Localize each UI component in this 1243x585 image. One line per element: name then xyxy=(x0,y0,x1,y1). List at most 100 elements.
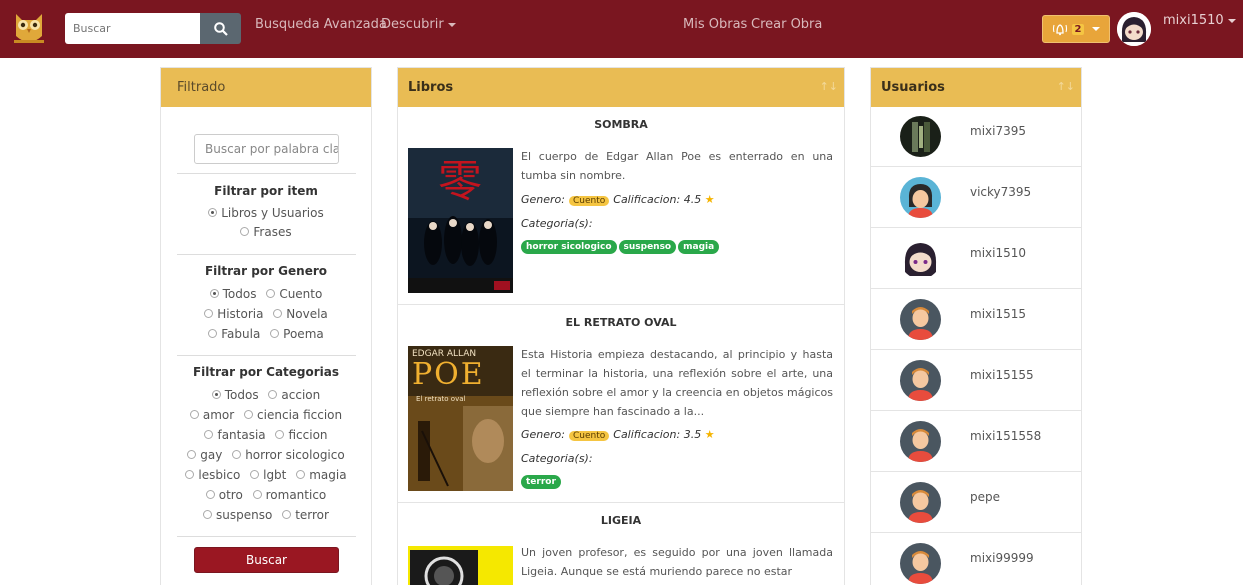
top-navbar: Busqueda Avanzada Descubrir Mis Obras Cr… xyxy=(0,0,1243,58)
genre-label: Genero: xyxy=(521,193,565,206)
radio-genre-poema[interactable]: Poema xyxy=(270,327,324,341)
search-input[interactable] xyxy=(65,13,200,44)
user-list-item[interactable]: mixi1515 xyxy=(871,289,1081,350)
radio-label: lgbt xyxy=(263,468,287,482)
radio-cat-suspenso[interactable]: suspenso xyxy=(203,508,272,522)
avatar xyxy=(900,543,941,584)
avatar xyxy=(900,116,941,157)
book-cover[interactable] xyxy=(408,546,513,585)
user-list-item[interactable]: mixi151558 xyxy=(871,411,1081,472)
book-tags: horror sicologico suspenso magia xyxy=(521,238,721,254)
chevron-down-icon xyxy=(447,22,456,27)
keyword-search-input[interactable]: Buscar por palabra clave xyxy=(194,134,339,164)
divider xyxy=(177,536,356,537)
book-meta: Genero: Cuento Calificacion: 3.5 ★ xyxy=(521,428,715,441)
radio-label: amor xyxy=(202,408,235,422)
radio-cat-magia[interactable]: magia xyxy=(296,468,347,482)
radio-cat-lesbico[interactable]: lesbico xyxy=(185,468,240,482)
radio-genre-cuento[interactable]: Cuento xyxy=(266,287,322,301)
user-list-item[interactable]: mixi1510 xyxy=(871,228,1081,289)
book-title[interactable]: EL RETRATO OVAL xyxy=(398,316,844,329)
users-panel-header: Usuarios xyxy=(871,68,1081,107)
user-name: mixi1515 xyxy=(970,307,1026,321)
genre-badge[interactable]: Cuento xyxy=(569,431,610,441)
radio-cat-accion[interactable]: accion xyxy=(268,388,320,402)
books-panel: Libros ↑↓ SOMBRA 零 El cuerpo de Edgar Al… xyxy=(397,67,845,585)
filter-by-category-title: Filtrar por Categorias xyxy=(192,365,340,379)
avatar xyxy=(900,299,941,340)
advanced-search-link[interactable]: Busqueda Avanzada xyxy=(255,17,387,32)
divider xyxy=(398,304,844,305)
avatar xyxy=(900,360,941,401)
book-cover[interactable]: 零 xyxy=(408,148,513,293)
avatar xyxy=(900,238,941,279)
divider xyxy=(177,355,356,356)
radio-label: Libros y Usuarios xyxy=(221,206,324,220)
radio-cat-ficcion[interactable]: ficcion xyxy=(275,428,328,442)
notifications-button[interactable]: 2 xyxy=(1042,15,1110,43)
user-list-item[interactable]: mixi99999 xyxy=(871,533,1081,585)
create-work-link[interactable]: Crear Obra xyxy=(751,17,822,32)
cover-title: POE xyxy=(412,357,485,392)
tag-badge[interactable]: suspenso xyxy=(618,240,677,254)
radio-label: suspenso xyxy=(216,508,273,522)
radio-cat-fantasia[interactable]: fantasia xyxy=(204,428,266,442)
owl-logo-icon[interactable] xyxy=(12,10,46,46)
rating-value: 4.5 xyxy=(683,193,702,206)
book-title[interactable]: LIGEIA xyxy=(398,514,844,527)
user-list-item[interactable]: pepe xyxy=(871,472,1081,533)
radio-genre-historia[interactable]: Historia xyxy=(204,307,263,321)
books-heading: Libros xyxy=(408,80,454,95)
radio-cat-lgbt[interactable]: lgbt xyxy=(250,468,286,482)
book-title[interactable]: SOMBRA xyxy=(398,118,844,131)
avatar[interactable] xyxy=(1117,12,1151,46)
radio-label: Frases xyxy=(253,225,292,239)
divider xyxy=(177,173,356,174)
cover-subtitle: El retrato oval xyxy=(416,395,466,403)
radio-cat-amor[interactable]: amor xyxy=(189,408,235,422)
chevron-down-icon xyxy=(1092,27,1101,31)
user-name: mixi151558 xyxy=(970,429,1042,443)
discover-dropdown[interactable]: Descubrir xyxy=(381,17,456,32)
radio-cat-ciencia-ficcion[interactable]: ciencia ficcion xyxy=(244,408,342,422)
radio-cat-romantico[interactable]: romantico xyxy=(252,488,326,502)
radio-genre-novela[interactable]: Novela xyxy=(273,307,328,321)
radio-cat-terror[interactable]: terror xyxy=(282,508,329,522)
user-name: vicky7395 xyxy=(970,185,1032,199)
user-name: mixi7395 xyxy=(970,124,1026,138)
user-list-item[interactable]: vicky7395 xyxy=(871,167,1081,228)
tag-badge[interactable]: horror sicologico xyxy=(521,240,617,254)
user-name: mixi99999 xyxy=(970,551,1034,565)
filter-search-button[interactable]: Buscar xyxy=(194,547,339,573)
radio-frases[interactable]: Frases xyxy=(240,225,292,239)
radio-cat-otro[interactable]: otro xyxy=(205,488,243,502)
radio-genre-todos[interactable]: Todos xyxy=(209,287,256,301)
radio-cat-gay[interactable]: gay xyxy=(187,448,222,462)
chevron-down-icon xyxy=(1227,18,1236,23)
book-meta: Genero: Cuento Calificacion: 4.5 ★ xyxy=(521,193,715,206)
radio-genre-fabula[interactable]: Fabula xyxy=(208,327,260,341)
radio-libros-y-usuarios[interactable]: Libros y Usuarios xyxy=(208,206,324,220)
user-menu[interactable]: mixi1510 xyxy=(1163,13,1236,28)
radio-label: horror sicologico xyxy=(245,448,345,462)
star-icon: ★ xyxy=(704,193,715,206)
genre-badge[interactable]: Cuento xyxy=(569,196,610,206)
tag-badge[interactable]: terror xyxy=(521,475,561,489)
user-list-item[interactable]: mixi7395 xyxy=(871,106,1081,167)
sort-icon[interactable]: ↑↓ xyxy=(1057,80,1075,93)
books-panel-header: Libros xyxy=(398,68,844,107)
radio-label: Cuento xyxy=(279,287,323,301)
my-works-link[interactable]: Mis Obras xyxy=(683,17,747,32)
radio-label: Todos xyxy=(224,388,259,402)
book-description: Esta Historia empieza destacando, al pri… xyxy=(521,348,833,418)
book-cover[interactable]: EDGAR ALLAN POE El retrato oval xyxy=(408,346,513,491)
search-button[interactable] xyxy=(200,13,241,44)
user-name: mixi15155 xyxy=(970,368,1034,382)
user-list-item[interactable]: mixi15155 xyxy=(871,350,1081,411)
radio-label: Historia xyxy=(217,307,264,321)
filter-by-genre-title: Filtrar por Genero xyxy=(204,264,328,278)
tag-badge[interactable]: magia xyxy=(678,240,720,254)
sort-icon[interactable]: ↑↓ xyxy=(820,80,838,93)
radio-cat-horror-sicologico[interactable]: horror sicologico xyxy=(232,448,345,462)
radio-cat-todos[interactable]: Todos xyxy=(211,388,259,402)
